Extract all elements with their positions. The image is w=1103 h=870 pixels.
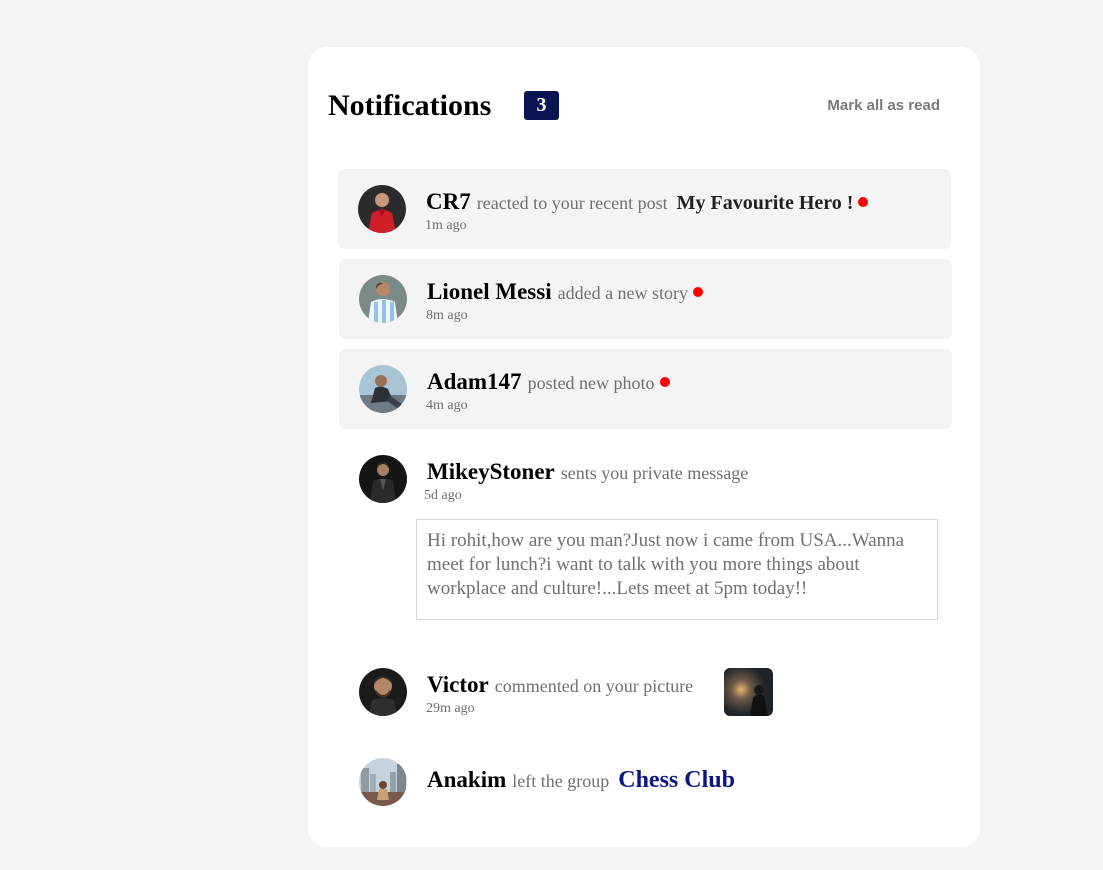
notification-item[interactable]: Lionel Messi added a new story 8m ago — [339, 259, 952, 339]
notification-line: CR7 reacted to your recent post My Favouri… — [426, 189, 869, 215]
avatar[interactable] — [359, 365, 407, 413]
avatar[interactable] — [359, 668, 407, 716]
notification-item[interactable]: CR7 reacted to your recent post My Favouri… — [338, 169, 951, 249]
commented-picture-thumbnail[interactable] — [724, 668, 773, 716]
user-name[interactable]: Adam147 — [427, 369, 522, 394]
notification-line: Adam147 posted new photo — [427, 369, 670, 395]
timestamp: 5d ago — [424, 488, 462, 503]
notification-action: reacted to your recent post — [476, 193, 668, 213]
avatar[interactable] — [358, 185, 406, 233]
notifications-panel: Notifications 3 Mark all as read CR7 reac… — [308, 47, 980, 847]
post-title-link[interactable]: My Favourite Hero ! — [677, 192, 854, 214]
timestamp: 29m ago — [426, 701, 475, 716]
unread-dot — [693, 287, 704, 297]
notification-item[interactable]: Victor commented on your picture 29m ago — [339, 652, 952, 732]
notification-action: commented on your picture — [494, 676, 694, 696]
unread-count-badge: 3 — [524, 91, 559, 120]
notification-line: MikeyStoner sents you private message — [427, 459, 748, 485]
avatar[interactable] — [359, 275, 407, 323]
private-message-preview[interactable]: Hi rohit,how are you man?Just now i came… — [416, 519, 938, 620]
user-name[interactable]: Victor — [427, 672, 489, 697]
notification-action: posted new photo — [527, 373, 655, 393]
notification-line: Lionel Messi added a new story — [427, 279, 704, 305]
avatar[interactable] — [359, 455, 407, 503]
unread-dot — [858, 197, 869, 207]
unread-dot — [659, 377, 670, 387]
avatar[interactable] — [359, 758, 407, 806]
user-name[interactable]: CR7 — [426, 189, 471, 214]
notification-action: sents you private message — [560, 463, 749, 483]
notification-line: Anakim left the group Chess Club — [427, 767, 735, 794]
timestamp: 4m ago — [426, 398, 468, 413]
notification-action: added a new story — [557, 283, 689, 303]
notification-item[interactable]: Anakim left the group Chess Club — [339, 742, 952, 822]
notification-item[interactable]: Adam147 posted new photo 4m ago — [339, 349, 952, 429]
mark-all-as-read-button[interactable]: Mark all as read — [827, 97, 940, 114]
notification-line: Victor commented on your picture — [427, 672, 693, 698]
notification-item[interactable]: MikeyStoner sents you private message 5d … — [339, 439, 952, 519]
notification-action: left the group — [512, 771, 610, 791]
user-name[interactable]: Lionel Messi — [427, 279, 552, 304]
notifications-header: Notifications 3 Mark all as read — [328, 87, 940, 127]
group-link[interactable]: Chess Club — [618, 767, 735, 793]
timestamp: 1m ago — [425, 218, 467, 233]
timestamp: 8m ago — [426, 308, 468, 323]
user-name[interactable]: Anakim — [427, 767, 506, 792]
page-title: Notifications — [328, 89, 492, 122]
user-name[interactable]: MikeyStoner — [427, 459, 555, 484]
